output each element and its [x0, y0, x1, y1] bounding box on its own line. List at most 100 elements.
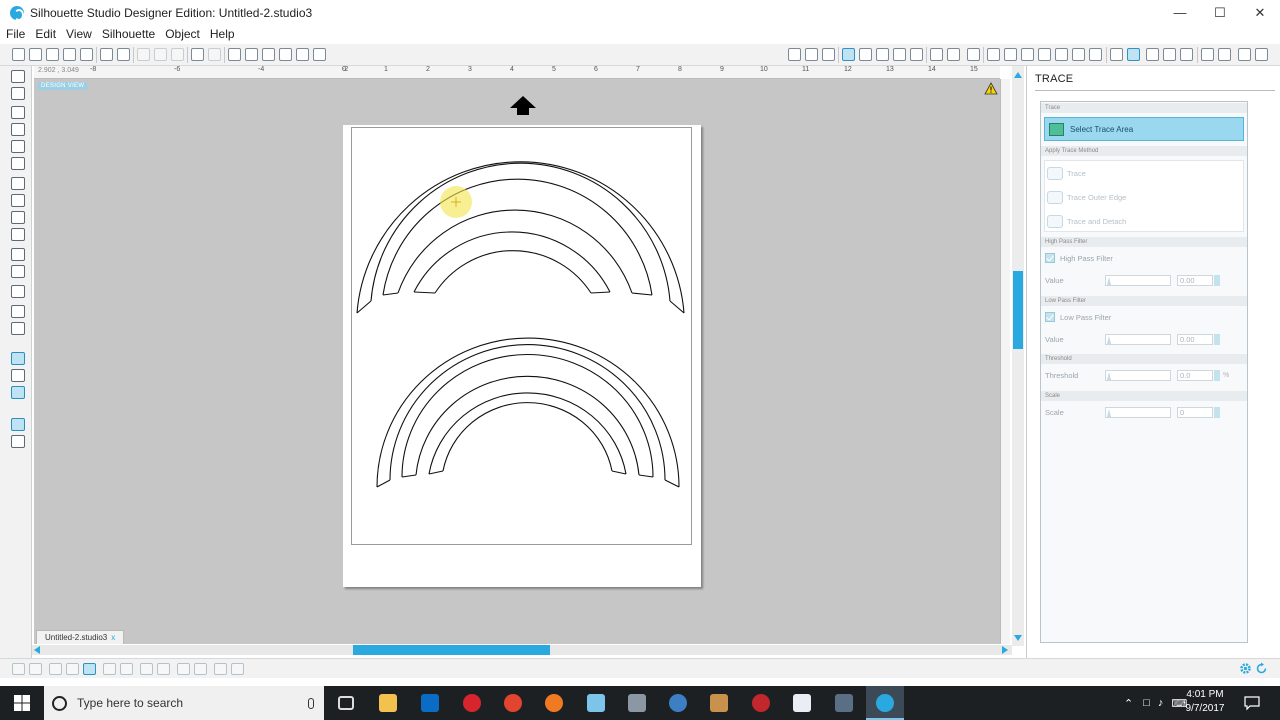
- make-compound-icon[interactable]: [120, 663, 133, 675]
- paper-page[interactable]: [343, 125, 701, 587]
- task-view-icon[interactable]: [338, 696, 354, 710]
- replicate-icon[interactable]: [947, 48, 960, 61]
- high-pass-toggle[interactable]: High Pass Filter: [1045, 253, 1113, 263]
- scroll-left-icon[interactable]: [34, 646, 40, 654]
- zoom-out-icon[interactable]: [262, 48, 275, 61]
- select-arrow-icon[interactable]: [11, 70, 25, 83]
- trace-method-trace[interactable]: Trace: [1047, 163, 1086, 183]
- ungroup-icon[interactable]: [103, 663, 116, 675]
- library-icon[interactable]: [46, 48, 59, 61]
- design-page-icon[interactable]: [11, 352, 25, 365]
- offset-icon[interactable]: [1089, 48, 1102, 61]
- rounded-rectangle-icon[interactable]: [11, 140, 25, 153]
- low-pass-value-input[interactable]: 0.00: [1177, 334, 1213, 345]
- silhouette-taskbar-button[interactable]: [866, 686, 904, 720]
- low-pass-spinner[interactable]: [1214, 334, 1220, 345]
- rectangle-tool-icon[interactable]: [11, 123, 25, 136]
- outlook-icon[interactable]: [421, 694, 439, 712]
- pan-hand-icon[interactable]: [228, 48, 241, 61]
- tray-expand-icon[interactable]: ⌃: [1124, 697, 1133, 710]
- sketch-icon[interactable]: [1163, 48, 1176, 61]
- app-icon[interactable]: [587, 694, 605, 712]
- fill-gradient-icon[interactable]: [876, 48, 889, 61]
- scale-icon[interactable]: [1021, 48, 1034, 61]
- layers-icon[interactable]: [1201, 48, 1214, 61]
- fill-pattern-icon[interactable]: [893, 48, 906, 61]
- deselect-icon[interactable]: [29, 663, 42, 675]
- taskbar-search[interactable]: Type here to search: [44, 686, 324, 720]
- design-canvas[interactable]: DESIGN VIEW: [34, 79, 1000, 644]
- save-as-icon[interactable]: [80, 48, 93, 61]
- firefox-icon[interactable]: [545, 694, 563, 712]
- select-trace-area-button[interactable]: Select Trace Area: [1044, 117, 1244, 141]
- freehand-tool-icon[interactable]: [11, 228, 25, 241]
- close-button[interactable]: ✕: [1240, 0, 1280, 25]
- trace-method-outer-edge[interactable]: Trace Outer Edge: [1047, 187, 1126, 207]
- zoom-drag-icon[interactable]: [296, 48, 309, 61]
- open-file-icon[interactable]: [29, 48, 42, 61]
- select-all-icon[interactable]: [12, 663, 25, 675]
- menu-help[interactable]: Help: [210, 27, 235, 41]
- registration-icon[interactable]: [805, 48, 818, 61]
- delete-icon[interactable]: [66, 663, 79, 675]
- single-view-icon[interactable]: [11, 418, 25, 431]
- zoom-in-icon[interactable]: [245, 48, 258, 61]
- redo-icon[interactable]: [208, 48, 221, 61]
- vertical-scrollbar[interactable]: [1012, 66, 1024, 646]
- shear-icon[interactable]: [1038, 48, 1051, 61]
- vertical-scroll-thumb[interactable]: [1013, 271, 1023, 349]
- grid-icon[interactable]: [822, 48, 835, 61]
- threshold-slider[interactable]: [1105, 370, 1171, 381]
- app-icon[interactable]: [752, 694, 770, 712]
- document-tab[interactable]: Untitled-2.studio3 x: [36, 630, 125, 644]
- horizontal-scrollbar[interactable]: [32, 645, 1012, 655]
- eraser-tool-icon[interactable]: [11, 305, 25, 318]
- volume-icon[interactable]: ♪: [1158, 697, 1164, 709]
- fill-color-icon[interactable]: [842, 48, 855, 61]
- horizontal-scroll-thumb[interactable]: [353, 645, 550, 655]
- library-view-icon[interactable]: [11, 369, 25, 382]
- warning-icon[interactable]: [984, 82, 998, 95]
- scroll-right-icon[interactable]: [1002, 646, 1008, 654]
- duplicate-icon[interactable]: [49, 663, 62, 675]
- app-icon[interactable]: [835, 694, 853, 712]
- menu-object[interactable]: Object: [165, 27, 200, 41]
- bring-to-front-icon[interactable]: [157, 663, 170, 675]
- line-color-icon[interactable]: [859, 48, 872, 61]
- text-style-icon[interactable]: [967, 48, 980, 61]
- rotate-icon[interactable]: [1004, 48, 1017, 61]
- copy-icon[interactable]: [137, 48, 150, 61]
- action-center-icon[interactable]: [1244, 695, 1260, 711]
- curve-tool-icon[interactable]: [11, 194, 25, 207]
- high-pass-spinner[interactable]: [1214, 275, 1220, 286]
- arc-tool-icon[interactable]: [11, 211, 25, 224]
- silhouette-store-icon[interactable]: [11, 386, 25, 399]
- menu-view[interactable]: View: [66, 27, 92, 41]
- chrome-icon[interactable]: [504, 694, 522, 712]
- app-icon[interactable]: [710, 694, 728, 712]
- app-icon[interactable]: [669, 694, 687, 712]
- line-tool-icon[interactable]: [11, 106, 25, 119]
- microphone-icon[interactable]: [308, 697, 314, 709]
- store-icon[interactable]: [1255, 48, 1268, 61]
- text-tool-icon[interactable]: [11, 285, 25, 298]
- threshold-value-input[interactable]: 0.0: [1177, 370, 1213, 381]
- send-to-silhouette-icon[interactable]: [1238, 48, 1251, 61]
- high-pass-value-input[interactable]: 0.00: [1177, 275, 1213, 286]
- knife-tool-icon[interactable]: [11, 322, 25, 335]
- modify-icon[interactable]: [1072, 48, 1085, 61]
- fit-to-page-icon[interactable]: [313, 48, 326, 61]
- refresh-icon[interactable]: [1255, 662, 1268, 675]
- cut-icon[interactable]: [171, 48, 184, 61]
- group-icon[interactable]: [83, 663, 96, 675]
- network-icon[interactable]: □: [1143, 697, 1150, 709]
- creative-cloud-icon[interactable]: [463, 694, 481, 712]
- polygon-tool-icon[interactable]: [11, 177, 25, 190]
- split-view-icon[interactable]: [11, 435, 25, 448]
- save-icon[interactable]: [63, 48, 76, 61]
- trace-panel-icon[interactable]: [1110, 48, 1123, 61]
- regular-polygon-icon[interactable]: [11, 265, 25, 278]
- rainbow-drawing[interactable]: [343, 125, 701, 587]
- high-pass-checkbox[interactable]: [1045, 253, 1055, 263]
- taskbar-clock[interactable]: 4:01 PM 9/7/2017: [1180, 688, 1230, 716]
